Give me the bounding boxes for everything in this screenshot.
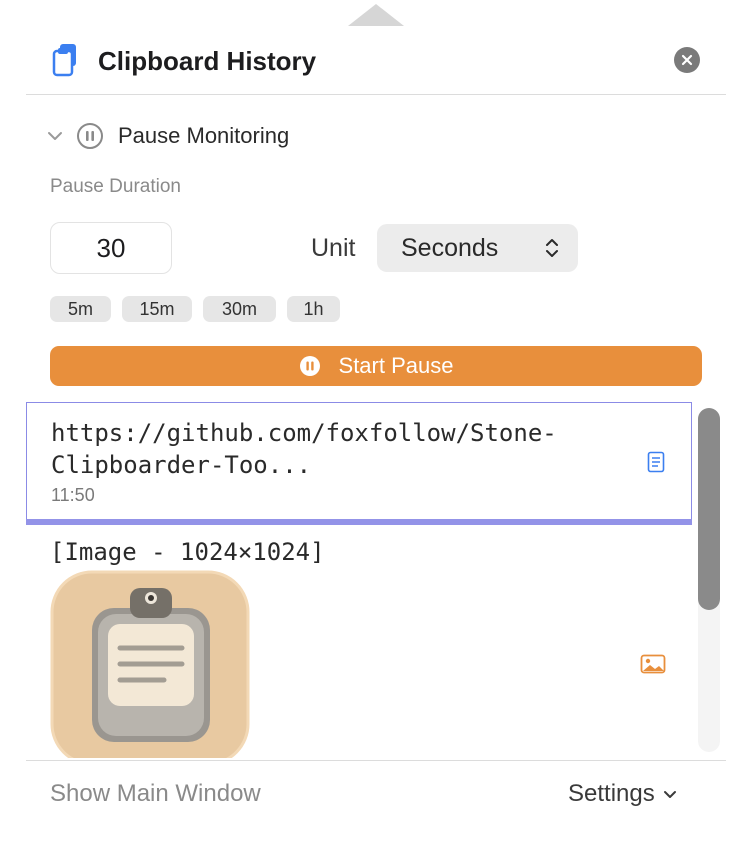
- unit-label: Unit: [311, 234, 356, 262]
- chevron-down-icon: [663, 791, 676, 798]
- selection-bar: [26, 519, 692, 525]
- clipboard-app-icon: [50, 43, 80, 77]
- pause-monitoring-toggle[interactable]: Pause Monitoring: [46, 118, 289, 154]
- history-item-text: [Image - 1024×1024]: [50, 538, 325, 566]
- unit-select[interactable]: Seconds: [377, 224, 578, 272]
- unit-select-value: Seconds: [401, 233, 499, 262]
- footer-divider: [26, 760, 726, 761]
- preset-1h-button[interactable]: 1h: [287, 296, 340, 322]
- duration-input[interactable]: 30: [50, 222, 172, 274]
- show-main-window-button[interactable]: Show Main Window: [50, 780, 261, 808]
- start-pause-button[interactable]: Start Pause: [50, 346, 702, 386]
- settings-menu-button[interactable]: Settings: [568, 780, 677, 808]
- header: Clipboard History: [0, 34, 752, 90]
- start-pause-label: Start Pause: [338, 353, 454, 378]
- popover-arrow: [348, 4, 404, 26]
- pause-monitoring-label: Pause Monitoring: [118, 123, 290, 148]
- pause-circle-icon: [77, 123, 103, 149]
- image-thumbnail: [50, 570, 250, 758]
- history-list: https://github.com/foxfollow/Stone-Clipb…: [26, 402, 694, 758]
- chevron-down-icon[interactable]: [46, 127, 64, 145]
- up-down-chevron-icon: [546, 239, 558, 257]
- history-item-time: 11:50: [51, 485, 95, 505]
- settings-label: Settings: [568, 780, 655, 807]
- close-icon: [681, 54, 693, 66]
- history-item[interactable]: [Image - 1024×1024]: [26, 526, 694, 758]
- preset-5m-button[interactable]: 5m: [50, 296, 111, 322]
- header-divider: [26, 94, 726, 95]
- close-button[interactable]: [674, 47, 700, 73]
- document-icon: [647, 451, 665, 473]
- history-item[interactable]: https://github.com/foxfollow/Stone-Clipb…: [26, 402, 692, 525]
- panel-title: Clipboard History: [98, 46, 317, 76]
- preset-buttons: 5m 15m 30m 1h: [50, 296, 340, 322]
- image-icon: [640, 654, 666, 674]
- preset-15m-button[interactable]: 15m: [122, 296, 192, 322]
- pause-duration-label: Pause Duration: [50, 176, 181, 197]
- pause-circle-icon: [299, 356, 320, 376]
- preset-30m-button[interactable]: 30m: [203, 296, 276, 322]
- scrollbar-thumb[interactable]: [698, 408, 720, 610]
- history-item-text: https://github.com/foxfollow/Stone-Clipb…: [51, 419, 557, 479]
